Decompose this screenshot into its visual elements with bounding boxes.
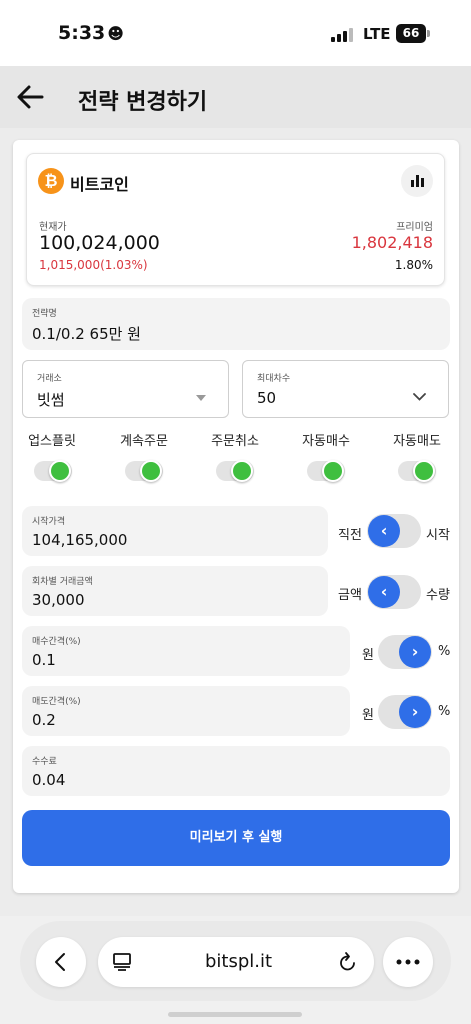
trade-amount-value: 30,000	[32, 591, 85, 609]
browser-back-button[interactable]	[36, 937, 86, 987]
trade-amount-switch[interactable]: ‹	[367, 575, 421, 609]
toggle-label-auto-sell: 자동매도	[393, 434, 441, 449]
toggle-knob	[322, 460, 344, 482]
buy-interval-value: 0.1	[32, 651, 56, 669]
toggle-knob	[49, 460, 71, 482]
dropdown-triangle-icon	[196, 395, 206, 401]
sell-interval-option-percent: %	[438, 704, 451, 719]
buy-interval-option-percent: %	[438, 644, 451, 659]
smiley-icon: ☻	[107, 24, 124, 43]
strategy-name-label: 전략명	[32, 309, 57, 319]
bar-chart-icon-bar	[416, 175, 419, 187]
app-header: 전략 변경하기	[0, 66, 471, 128]
bar-chart-icon	[411, 180, 414, 187]
start-price-label: 시작가격	[32, 517, 66, 527]
chevron-right-icon: ›	[399, 636, 431, 668]
bitcoin-logo-icon: ₿	[38, 168, 64, 194]
status-time: 5:33 ☻	[58, 22, 124, 44]
trade-amount-field[interactable]: 회차별 거래금액 30,000	[22, 566, 328, 616]
fee-label: 수수료	[32, 757, 57, 767]
premium-value: 1,802,418	[351, 233, 433, 252]
strategy-name-value: 0.1/0.2 65만 원	[32, 325, 141, 343]
bar-chart-icon-bar	[421, 178, 424, 187]
toggle-cancel-order[interactable]	[216, 460, 254, 482]
trade-amount-option-amount: 금액	[338, 588, 362, 603]
toggle-knob	[140, 460, 162, 482]
toggle-auto-sell[interactable]	[398, 460, 436, 482]
chevron-down-icon	[413, 393, 426, 401]
toggle-label-continue-order: 계속주문	[120, 434, 168, 449]
tabs-icon	[113, 953, 131, 971]
max-rounds-value: 50	[257, 389, 277, 407]
trade-amount-label: 회차별 거래금액	[32, 577, 93, 587]
signal-icon	[331, 28, 353, 42]
chevron-left-icon	[55, 953, 65, 971]
max-rounds-label: 최대차수	[257, 374, 291, 384]
sell-interval-option-won: 원	[362, 708, 374, 723]
battery-icon: 66	[396, 24, 426, 43]
fee-value: 0.04	[32, 771, 66, 789]
start-price-option-start: 시작	[426, 528, 450, 543]
exchange-label: 거래소	[37, 374, 62, 384]
toggle-label-cancel-order: 주문취소	[211, 434, 259, 449]
fee-field[interactable]: 수수료 0.04	[22, 746, 450, 796]
exchange-select[interactable]: 거래소 빗썸	[22, 360, 229, 418]
start-price-switch[interactable]: ‹	[367, 514, 421, 548]
premium-percent: 1.80%	[394, 258, 433, 272]
status-bar: 5:33 ☻ LTE 66	[0, 0, 471, 66]
sell-interval-switch[interactable]: ›	[378, 695, 432, 729]
sell-interval-field[interactable]: 매도간격(%) 0.2	[22, 686, 350, 736]
browser-more-button[interactable]	[383, 937, 433, 987]
exchange-value: 빗썸	[37, 391, 65, 409]
chart-button[interactable]	[401, 165, 433, 197]
network-type: LTE	[363, 25, 391, 43]
premium-label: 프리미엄	[396, 222, 433, 233]
chevron-left-icon: ‹	[368, 576, 400, 608]
chevron-right-icon: ›	[399, 696, 431, 728]
home-indicator	[168, 1012, 302, 1017]
more-dots-icon	[396, 959, 420, 965]
battery-tip	[427, 30, 430, 37]
back-arrow-icon[interactable]	[16, 84, 44, 110]
toggle-knob	[413, 460, 435, 482]
chevron-left-icon: ‹	[368, 515, 400, 547]
toggle-label-auto-buy: 자동매수	[302, 434, 350, 449]
buy-interval-field[interactable]: 매수간격(%) 0.1	[22, 626, 350, 676]
buy-interval-option-won: 원	[362, 648, 374, 663]
toggle-upsplit[interactable]	[34, 460, 72, 482]
start-price-option-previous: 직전	[338, 528, 362, 543]
buy-interval-switch[interactable]: ›	[378, 635, 432, 669]
max-rounds-select[interactable]: 최대차수 50	[242, 360, 449, 418]
buy-interval-label: 매수간격(%)	[32, 637, 81, 647]
preview-and-run-button[interactable]: 미리보기 후 실행	[22, 810, 450, 866]
toggle-continue-order[interactable]	[125, 460, 163, 482]
reload-icon[interactable]	[338, 951, 358, 973]
price-change: 1,015,000(1.03%)	[39, 258, 148, 272]
sell-interval-label: 매도간격(%)	[32, 697, 81, 707]
toggle-knob	[231, 460, 253, 482]
page-title: 전략 변경하기	[78, 90, 208, 115]
url-text: bitspl.it	[205, 951, 273, 972]
start-price-field[interactable]: 시작가격 104,165,000	[22, 506, 328, 556]
toggle-auto-buy[interactable]	[307, 460, 345, 482]
start-price-value: 104,165,000	[32, 531, 128, 549]
strategy-name-field[interactable]: 전략명 0.1/0.2 65만 원	[22, 298, 450, 350]
coin-name: 비트코인	[70, 175, 129, 194]
sell-interval-value: 0.2	[32, 711, 56, 729]
current-price: 100,024,000	[39, 232, 160, 254]
trade-amount-option-quantity: 수량	[426, 588, 450, 603]
toggle-label-upsplit: 업스플릿	[28, 434, 76, 449]
current-price-label: 현재가	[39, 222, 67, 233]
